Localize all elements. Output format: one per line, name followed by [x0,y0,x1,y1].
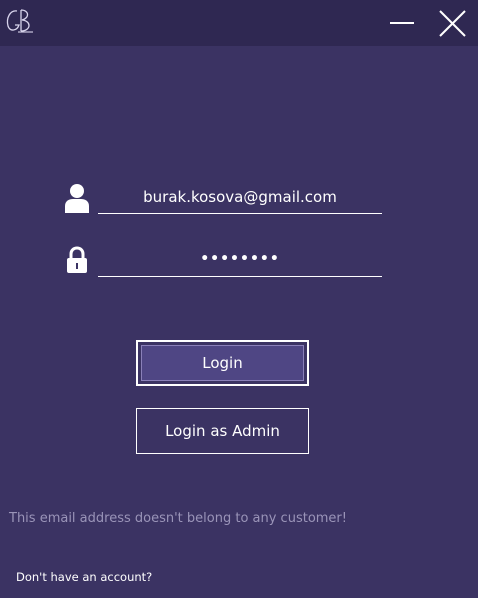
close-button[interactable] [436,8,468,40]
login-as-admin-button[interactable]: Login as Admin [136,408,309,454]
login-button[interactable]: Login [136,340,309,386]
error-message: This email address doesn't belong to any… [9,511,347,526]
minimize-icon [390,22,414,24]
close-icon [439,10,466,37]
login-button-label: Login [141,345,304,381]
user-icon [65,184,89,213]
password-field[interactable]: •••••••• [98,251,382,271]
title-bar [0,0,478,46]
email-field[interactable] [98,187,382,207]
minimize-button[interactable] [386,8,418,40]
lock-icon [67,246,87,273]
signup-link[interactable]: Don't have an account? [16,570,152,584]
email-underline [98,213,382,214]
password-underline [98,276,382,277]
app-logo [6,9,33,33]
